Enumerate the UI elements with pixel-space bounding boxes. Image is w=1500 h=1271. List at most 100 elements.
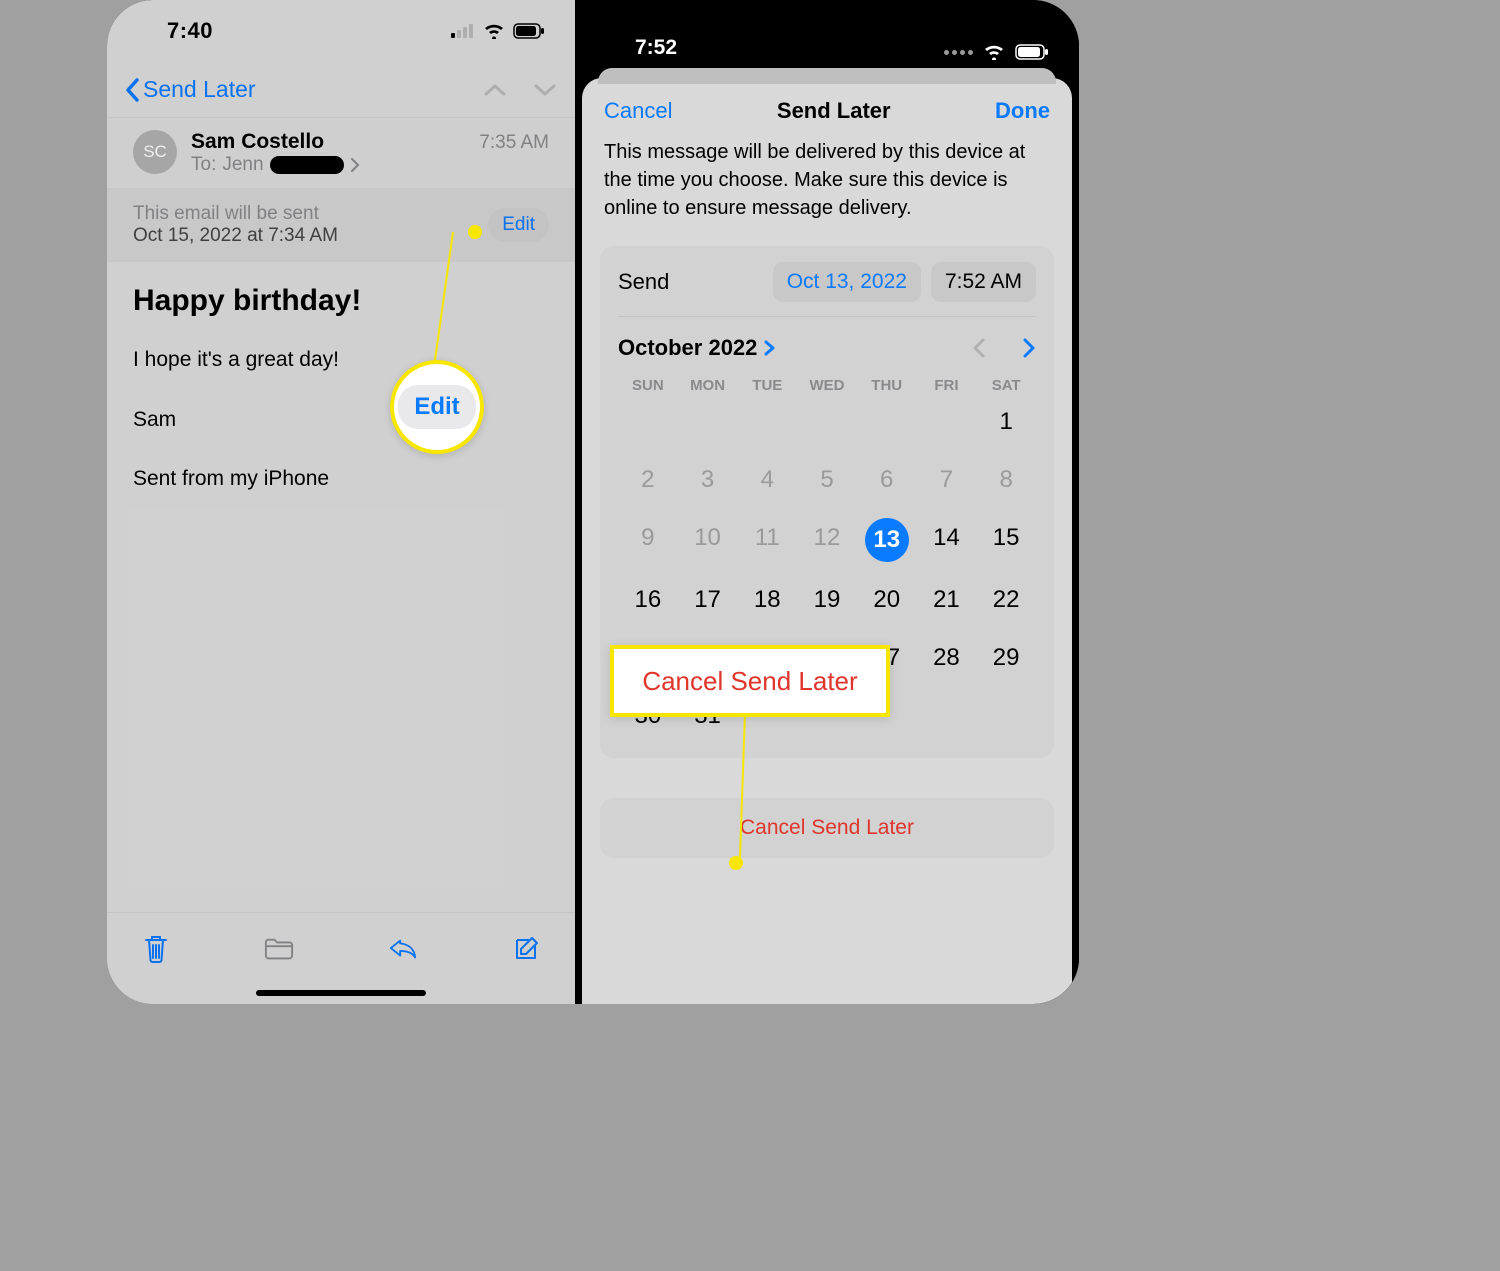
subject: Happy birthday! xyxy=(133,284,549,318)
cancel-button[interactable]: Cancel xyxy=(604,98,672,124)
status-time: 7:40 xyxy=(137,18,213,44)
annotation-edit-callout: Edit xyxy=(390,360,484,454)
mail-message-screen: 7:40 Send Later SC Sam Costello To xyxy=(107,0,575,1004)
send-later-sheet: Cancel Send Later Done This message will… xyxy=(582,78,1072,1004)
folder-icon[interactable] xyxy=(264,934,294,964)
status-icons xyxy=(451,23,545,39)
calendar-day[interactable]: 29 xyxy=(976,638,1036,678)
to-name: Jenn xyxy=(222,154,263,176)
calendar-day[interactable]: 2 xyxy=(618,460,678,500)
send-later-screen: 7:52 Cancel Send Later Done This message… xyxy=(575,0,1079,1004)
calendar-day[interactable]: 9 xyxy=(618,518,678,558)
nav-bar: Send Later xyxy=(107,62,575,118)
chevron-up-icon[interactable] xyxy=(483,82,507,98)
calendar-day[interactable]: 13 xyxy=(865,518,909,562)
calendar-day[interactable]: 18 xyxy=(737,580,797,620)
annotation-dot xyxy=(468,225,482,239)
status-bar: 7:40 xyxy=(107,0,575,62)
weekday-label: FRI xyxy=(917,377,977,394)
done-button[interactable]: Done xyxy=(995,98,1050,124)
send-label: Send xyxy=(618,269,763,295)
annotation-cancel-callout: Cancel Send Later xyxy=(610,645,890,717)
message-header: SC Sam Costello To: Jenn 7:35 AM xyxy=(107,118,575,189)
weekday-label: MON xyxy=(678,377,738,394)
prev-next xyxy=(483,82,557,98)
cellular-icon xyxy=(451,24,475,38)
calendar-day[interactable]: 16 xyxy=(618,580,678,620)
cancel-send-later-button[interactable]: Cancel Send Later xyxy=(600,798,1054,858)
chevron-left-icon xyxy=(125,78,141,102)
weekday-label: WED xyxy=(797,377,857,394)
wifi-icon xyxy=(983,44,1005,60)
calendar-day[interactable]: 6 xyxy=(857,460,917,500)
sheet-header: Cancel Send Later Done xyxy=(582,78,1072,138)
status-icons xyxy=(944,44,1049,60)
calendar-day[interactable]: 21 xyxy=(917,580,977,620)
message-body: Happy birthday! I hope it's a great day!… xyxy=(107,262,575,545)
calendar-day[interactable]: 10 xyxy=(678,518,738,558)
battery-icon xyxy=(513,23,545,39)
body-signature: Sent from my iPhone xyxy=(133,463,549,495)
send-row: Send Oct 13, 2022 7:52 AM xyxy=(618,262,1036,317)
month-row: October 2022 xyxy=(618,317,1036,371)
calendar-day[interactable]: 11 xyxy=(737,518,797,558)
calendar-day[interactable]: 7 xyxy=(917,460,977,500)
month-picker[interactable]: October 2022 xyxy=(618,335,775,361)
body-signoff: Sam xyxy=(133,404,549,436)
calendar-day[interactable]: 22 xyxy=(976,580,1036,620)
prev-month-icon[interactable] xyxy=(972,338,986,358)
chevron-down-icon[interactable] xyxy=(533,82,557,98)
to-label: To: xyxy=(191,154,216,176)
back-label: Send Later xyxy=(143,76,256,103)
trash-icon[interactable] xyxy=(141,934,171,964)
send-time-pill[interactable]: 7:52 AM xyxy=(931,262,1036,302)
weekday-label: SUN xyxy=(618,377,678,394)
calendar-day[interactable]: 28 xyxy=(917,638,977,678)
calendar-day[interactable]: 4 xyxy=(737,460,797,500)
calendar-blank xyxy=(797,402,857,442)
compose-icon[interactable] xyxy=(511,934,541,964)
redacted xyxy=(270,156,344,174)
schedule-line1: This email will be sent xyxy=(133,203,338,225)
calendar-day[interactable]: 5 xyxy=(797,460,857,500)
annotation-dot xyxy=(729,856,743,870)
calendar-day[interactable]: 14 xyxy=(917,518,977,558)
calendar-day[interactable]: 12 xyxy=(797,518,857,558)
sender-name[interactable]: Sam Costello xyxy=(191,130,360,154)
calendar-blank xyxy=(678,402,738,442)
chevron-right-icon xyxy=(350,158,360,172)
weekday-label: TUE xyxy=(737,377,797,394)
calendar-day[interactable]: 19 xyxy=(797,580,857,620)
body-line: I hope it's a great day! xyxy=(133,344,549,376)
chevron-right-icon xyxy=(763,340,775,356)
reply-icon[interactable] xyxy=(388,934,418,964)
annotation-edit-label: Edit xyxy=(398,385,475,429)
calendar-day[interactable]: 20 xyxy=(857,580,917,620)
cellular-icon xyxy=(944,50,973,55)
to-line[interactable]: To: Jenn xyxy=(191,154,360,176)
month-label: October 2022 xyxy=(618,335,757,361)
calendar-day[interactable]: 8 xyxy=(976,460,1036,500)
weekday-label: THU xyxy=(857,377,917,394)
battery-icon xyxy=(1015,44,1049,60)
schedule-banner: This email will be sent Oct 15, 2022 at … xyxy=(107,189,575,262)
status-time: 7:52 xyxy=(605,36,677,60)
calendar-day[interactable]: 3 xyxy=(678,460,738,500)
send-date-pill[interactable]: Oct 13, 2022 xyxy=(773,262,921,302)
sheet-title: Send Later xyxy=(777,98,891,124)
wifi-icon xyxy=(483,23,505,39)
calendar-blank xyxy=(917,402,977,442)
weekday-row: SUNMONTUEWEDTHUFRISAT xyxy=(618,371,1036,402)
avatar: SC xyxy=(133,130,177,174)
calendar-day[interactable]: 15 xyxy=(976,518,1036,558)
schedule-line2: Oct 15, 2022 at 7:34 AM xyxy=(133,225,338,247)
back-button[interactable]: Send Later xyxy=(125,76,256,103)
calendar-day[interactable]: 1 xyxy=(976,402,1036,442)
status-bar: 7:52 xyxy=(575,0,1079,70)
edit-button[interactable]: Edit xyxy=(488,208,549,242)
received-time: 7:35 AM xyxy=(479,132,549,154)
calendar-blank xyxy=(618,402,678,442)
calendar-day[interactable]: 17 xyxy=(678,580,738,620)
weekday-label: SAT xyxy=(976,377,1036,394)
next-month-icon[interactable] xyxy=(1022,338,1036,358)
